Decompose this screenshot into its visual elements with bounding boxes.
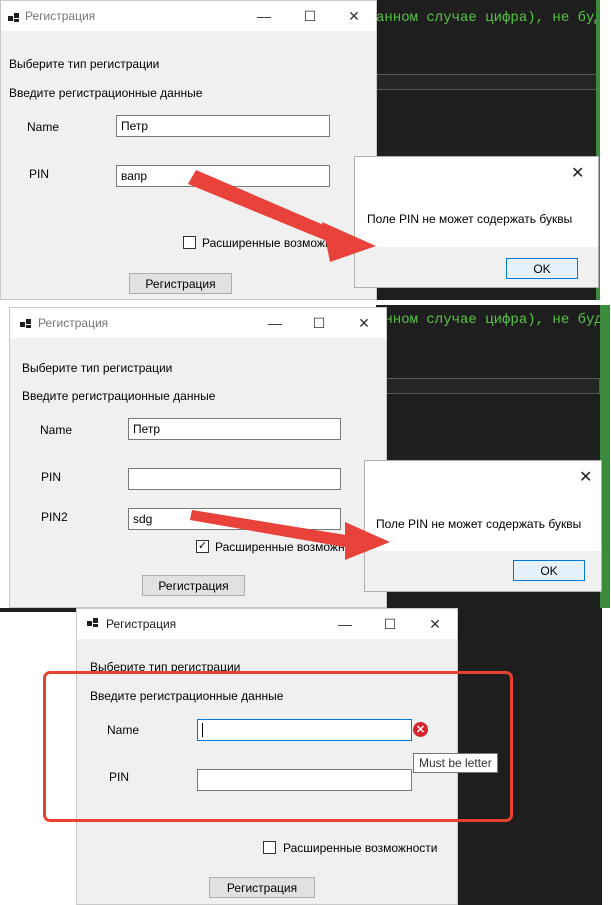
- register-button[interactable]: Регистрация: [209, 877, 315, 898]
- app-icon: [20, 318, 32, 330]
- registration-window-2: Регистрация — ☐ ✕ Выберите тип регистрац…: [9, 307, 387, 608]
- close-icon[interactable]: ✕: [331, 1, 376, 31]
- app-icon: [8, 12, 20, 24]
- advanced-label: Расширенные возможности: [283, 841, 438, 855]
- advanced-checkbox[interactable]: [183, 236, 196, 249]
- window-title: Регистрация: [25, 9, 96, 23]
- window-title: Регистрация: [38, 316, 109, 330]
- maximize-icon[interactable]: ☐: [367, 609, 413, 639]
- name-field[interactable]: Петр: [128, 418, 341, 440]
- advanced-checkbox[interactable]: ✓: [196, 540, 209, 553]
- enter-data-label: Введите регистрационные данные: [9, 86, 203, 100]
- register-button[interactable]: Регистрация: [129, 273, 232, 294]
- select-type-label: Выберите тип регистрации: [9, 57, 160, 71]
- close-icon[interactable]: ✕: [571, 163, 584, 183]
- close-icon[interactable]: ✕: [341, 308, 386, 338]
- minimize-icon[interactable]: —: [252, 308, 298, 338]
- advanced-label: Расширенные возможности: [202, 236, 357, 250]
- advanced-label: Расширенные возможности: [215, 540, 370, 554]
- name-field[interactable]: Петр: [116, 115, 330, 137]
- ok-button[interactable]: OK: [506, 258, 578, 279]
- minimize-icon[interactable]: —: [241, 1, 287, 31]
- highlight-box: [43, 671, 513, 822]
- window-title: Регистрация: [106, 617, 177, 631]
- pin2-field[interactable]: sdg: [128, 508, 341, 530]
- maximize-icon[interactable]: ☐: [287, 1, 333, 31]
- window-titlebar[interactable]: Регистрация — ☐ ✕: [10, 308, 386, 338]
- editor-left-strip: [0, 608, 76, 612]
- pin-label: PIN: [41, 470, 62, 484]
- editor-code-line-2: анном случае цифра), не будет: [376, 312, 602, 328]
- message-text: Поле PIN не может содержать буквы: [367, 212, 573, 226]
- name-label: Name: [27, 120, 60, 134]
- message-text: Поле PIN не может содержать буквы: [376, 517, 582, 531]
- editor-scrollbar-1[interactable]: [376, 74, 598, 90]
- registration-window-1: Регистрация — ☐ ✕ Выберите тип регистрац…: [0, 0, 377, 300]
- message-box-2: ✕ Поле PIN не может содержать буквы OK: [364, 460, 602, 592]
- app-icon: [87, 617, 99, 629]
- close-icon[interactable]: ✕: [412, 609, 457, 639]
- enter-data-label: Введите регистрационные данные: [22, 389, 216, 403]
- maximize-icon[interactable]: ☐: [296, 308, 342, 338]
- window-titlebar[interactable]: Регистрация — ☐ ✕: [77, 609, 457, 639]
- minimize-icon[interactable]: —: [322, 609, 368, 639]
- name-label: Name: [40, 423, 73, 437]
- editor-scrollbar-2[interactable]: [376, 378, 600, 394]
- ok-button[interactable]: OK: [513, 560, 585, 581]
- pin-field[interactable]: вапр: [116, 165, 330, 187]
- select-type-label: Выберите тип регистрации: [22, 361, 173, 375]
- advanced-checkbox[interactable]: [263, 841, 276, 854]
- pin-field[interactable]: [128, 468, 341, 490]
- message-box-1: ✕ Поле PIN не может содержать буквы OK: [354, 156, 599, 288]
- editor-code-line-1: анном случае цифра), не будет: [376, 10, 600, 26]
- pin-label: PIN: [29, 167, 50, 181]
- close-icon[interactable]: ✕: [579, 467, 592, 487]
- pin2-label: PIN2: [41, 510, 68, 524]
- register-button[interactable]: Регистрация: [142, 575, 245, 596]
- window-titlebar[interactable]: Регистрация — ☐ ✕: [1, 1, 376, 31]
